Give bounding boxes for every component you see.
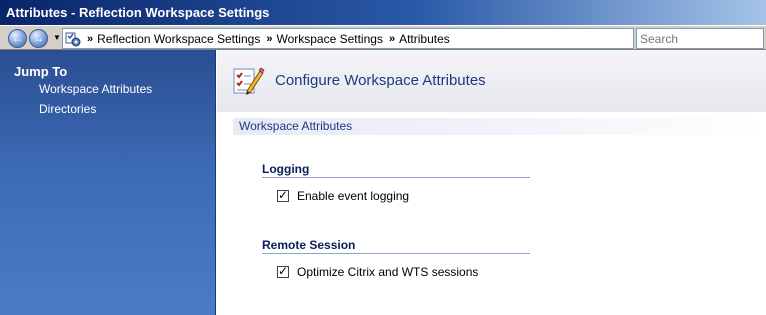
breadcrumb-separator: » — [266, 32, 272, 45]
section-header: Workspace Attributes — [233, 118, 766, 135]
optimize-citrix-wts-label: Optimize Citrix and WTS sessions — [297, 265, 479, 279]
sidebar-link-directories[interactable]: Directories — [39, 102, 96, 116]
breadcrumb-workspace-settings[interactable]: Workspace Settings — [276, 32, 383, 46]
settings-gears-icon — [65, 31, 81, 47]
sidebar-link-workspace-attributes[interactable]: Workspace Attributes — [39, 82, 152, 96]
history-dropdown-icon[interactable]: ▼ — [52, 31, 62, 45]
section-title: Workspace Attributes — [239, 119, 353, 133]
breadcrumb-attributes[interactable]: Attributes — [399, 32, 450, 46]
enable-event-logging-checkbox[interactable]: ✓ — [277, 188, 289, 202]
optimize-citrix-wts-checkbox[interactable]: ✓ — [277, 264, 289, 278]
breadcrumb-separator: » — [388, 32, 395, 45]
sidebar: Jump To Workspace Attributes Directories — [0, 50, 216, 315]
breadcrumb-reflection-workspace-settings[interactable]: Reflection Workspace Settings — [97, 32, 260, 46]
logging-group-divider — [262, 177, 530, 178]
logging-group-title: Logging — [262, 162, 310, 176]
remote-session-group-title: Remote Session — [262, 238, 356, 252]
remote-session-group-divider — [262, 253, 530, 254]
forward-arrow-icon[interactable]: → — [29, 29, 48, 48]
page-header: Configure Workspace Attributes — [217, 50, 766, 112]
window-title: Attributes - Reflection Workspace Settin… — [0, 0, 766, 25]
optimize-citrix-wts-option[interactable]: ✓ Optimize Citrix and WTS sessions — [277, 264, 479, 279]
sidebar-heading: Jump To — [14, 64, 68, 79]
page-title: Configure Workspace Attributes — [275, 72, 486, 89]
back-arrow-icon[interactable]: ← — [8, 29, 27, 48]
enable-event-logging-option[interactable]: ✓ Enable event logging — [277, 188, 410, 203]
breadcrumb-separator: » — [87, 32, 93, 45]
checklist-pencil-icon — [231, 65, 265, 97]
navigation-bar: ← → ▼ » Reflection Workspace Settings » … — [0, 25, 766, 50]
enable-event-logging-label: Enable event logging — [297, 189, 410, 203]
main-content: Configure Workspace Attributes Workspace… — [217, 50, 766, 315]
search-input[interactable] — [636, 28, 764, 49]
address-bar[interactable]: » Reflection Workspace Settings » Worksp… — [62, 28, 634, 49]
